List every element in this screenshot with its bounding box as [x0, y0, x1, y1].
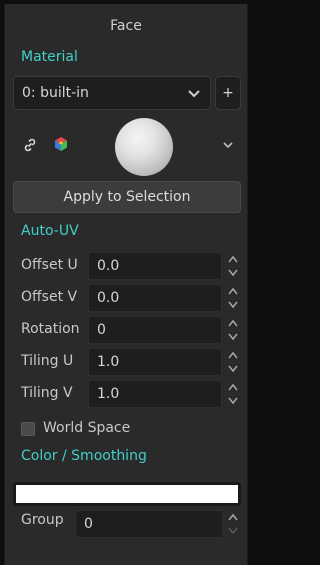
tiling-u-field[interactable]: 1.0: [88, 348, 222, 376]
apply-to-selection-button[interactable]: Apply to Selection: [13, 181, 241, 213]
group-field[interactable]: 0: [75, 510, 223, 538]
world-space-checkbox[interactable]: [21, 422, 35, 436]
tiling-u-label: Tiling U: [21, 353, 74, 369]
chevron-down-icon: [188, 90, 200, 98]
offset-v-label: Offset V: [21, 289, 78, 305]
offset-u-value: 0.0: [97, 258, 120, 274]
tiling-u-value: 1.0: [97, 354, 120, 370]
cube-icon[interactable]: [53, 136, 69, 152]
chevron-down-icon[interactable]: [221, 138, 235, 152]
group-label: Group: [21, 512, 64, 528]
offset-v-value: 0.0: [97, 290, 120, 306]
rotation-field[interactable]: 0: [88, 316, 222, 344]
group-spinner[interactable]: [227, 510, 239, 538]
material-dropdown-value: 0: built-in: [22, 85, 89, 101]
material-dropdown[interactable]: 0: built-in: [13, 76, 211, 110]
tiling-v-value: 1.0: [97, 386, 120, 402]
offset-u-field[interactable]: 0.0: [88, 252, 222, 280]
offset-v-spinner[interactable]: [227, 284, 239, 312]
offset-u-spinner[interactable]: [227, 252, 239, 280]
offset-v-field[interactable]: 0.0: [88, 284, 222, 312]
world-space-label: World Space: [43, 420, 131, 436]
rotation-label: Rotation: [21, 321, 80, 337]
tiling-v-field[interactable]: 1.0: [88, 380, 222, 408]
add-material-button[interactable]: +: [215, 76, 241, 110]
link-icon[interactable]: [22, 137, 38, 153]
rotation-spinner[interactable]: [227, 316, 239, 344]
tiling-v-spinner[interactable]: [227, 380, 239, 408]
face-inspector-panel: Face Material 0: built-in + Apply to Sel…: [4, 4, 248, 565]
color-swatch[interactable]: [13, 482, 241, 506]
tiling-u-spinner[interactable]: [227, 348, 239, 376]
group-value: 0: [84, 516, 93, 532]
rotation-value: 0: [97, 322, 106, 338]
color-smoothing-section-label: Color / Smoothing: [21, 448, 147, 464]
material-section-label: Material: [21, 49, 78, 65]
auto-uv-section-label: Auto-UV: [21, 223, 79, 239]
offset-u-label: Offset U: [21, 257, 78, 273]
panel-title: Face: [110, 18, 142, 34]
material-preview-sphere[interactable]: [115, 118, 173, 176]
tiling-v-label: Tiling V: [21, 385, 73, 401]
